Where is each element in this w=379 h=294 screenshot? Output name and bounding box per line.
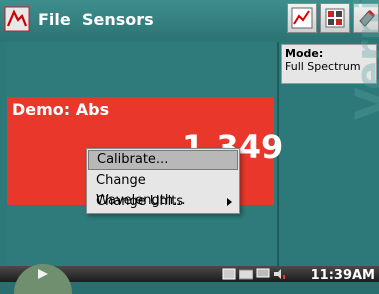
vernier-watermark: Vernier [346, 0, 379, 120]
graph-icon [291, 7, 313, 29]
context-menu: Calibrate... Change Wavelength... Change… [86, 148, 240, 214]
play-icon [38, 269, 48, 279]
taskbar-clock: 11:39AM [310, 268, 375, 283]
display-icon[interactable] [256, 268, 270, 280]
menu-sensors[interactable]: Sensors [82, 10, 154, 29]
keyboard-icon[interactable] [239, 268, 253, 280]
meter-icon [325, 8, 345, 28]
menu-item-change-units[interactable]: Change Units [88, 192, 238, 212]
graph-view-button[interactable] [287, 3, 317, 33]
menu-item-label: Change Units [96, 194, 184, 209]
menu-file[interactable]: File [38, 10, 71, 29]
volume-icon[interactable] [272, 268, 286, 280]
menubar: File Sensors [0, 0, 379, 42]
sensor-title: Demo: Abs [12, 100, 110, 119]
network-icon[interactable] [222, 268, 236, 280]
menu-item-calibrate[interactable]: Calibrate... [88, 150, 238, 170]
app-icon[interactable] [4, 6, 30, 32]
menu-item-label: Calibrate... [97, 152, 169, 167]
menu-item-change-wavelength[interactable]: Change Wavelength... [88, 171, 238, 208]
submenu-arrow-icon [227, 198, 232, 206]
start-button[interactable] [14, 264, 72, 294]
